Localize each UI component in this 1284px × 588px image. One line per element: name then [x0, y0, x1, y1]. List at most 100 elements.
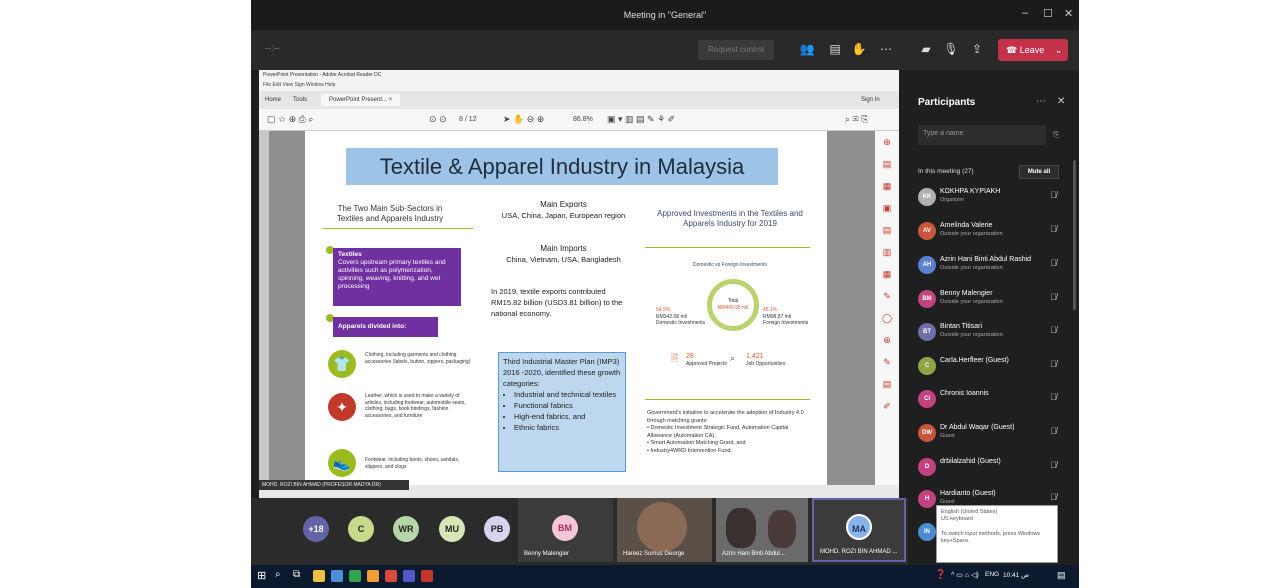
avatar[interactable]: MU [439, 516, 465, 542]
scrollbar[interactable] [1073, 160, 1076, 310]
mic-off-icon[interactable]: 🎙 [943, 41, 959, 57]
exports-2019: In 2019, textile exports contributed RM1… [491, 287, 623, 318]
close-icon[interactable]: ✕ [1064, 7, 1073, 20]
mic-muted-icon[interactable]: 🎙̸ [1050, 224, 1057, 234]
share-invite-icon[interactable]: ⎘ [1053, 130, 1059, 140]
windows-start-icon[interactable]: ⊞ [257, 569, 266, 582]
textiles-box: Textiles Covers upstream primary textile… [333, 248, 461, 306]
more-actions-icon[interactable]: ⋯ [878, 41, 894, 57]
maximize-icon[interactable]: ☐ [1043, 7, 1053, 20]
in-meeting-count: In this meeting (27) [918, 168, 974, 175]
app-icon[interactable] [367, 570, 379, 582]
leave-button[interactable]: ☎ Leave ⌄ [998, 39, 1068, 61]
search-icon[interactable]: ⌕ [275, 569, 281, 580]
slide-page: Textile & Apparel Industry in Malaysia T… [305, 131, 827, 485]
task-view-icon[interactable]: ⧉ [293, 569, 300, 580]
tools-pane-icon[interactable]: ⊕ ▤ ▦ ▣ ▤ ▥ ▦ ✎ ◯ ⊕ ✎ ▤ ✐ [875, 131, 899, 417]
avatar[interactable]: WR [393, 516, 419, 542]
raise-hand-icon[interactable]: ✋ [851, 41, 867, 57]
mic-muted-icon[interactable]: 🎙̸ [1050, 460, 1057, 470]
video-tile[interactable]: Azrin Hani Binti Abdul... [716, 498, 808, 562]
person-video [768, 510, 796, 548]
list-item: Industrial and technical textiles [514, 389, 621, 400]
acrobat-icon[interactable] [421, 570, 433, 582]
page-number[interactable]: 8 / 12 [459, 116, 477, 123]
camera-off-icon[interactable]: ▰ [918, 41, 934, 57]
tray-icons[interactable]: ^ ▭ ⌂ ◁) [951, 571, 979, 579]
for-label: Foreign Investments [763, 320, 809, 326]
participants-icon[interactable]: 👥 [799, 41, 815, 57]
shared-pdf-window: PowerPoint Presentation - Adobe Acrobat … [259, 70, 899, 498]
avatar[interactable]: C [348, 516, 374, 542]
share-icon[interactable]: ⌕ ✉ ⎘ [845, 114, 868, 125]
video-tile[interactable]: Hareez Sumus George [617, 498, 712, 562]
pdf-tabs: Home Tools PowerPoint Present... × Sign … [259, 91, 899, 109]
request-control-button[interactable]: Request control [698, 40, 774, 60]
imports-list: China, Vietnam, USA, Bangladesh [506, 255, 621, 264]
mic-muted-icon[interactable]: 🎙̸ [1050, 190, 1057, 200]
participant-name: ΚΩΚΗΡΑ ΚΥΡΙΑΚΗ [940, 188, 1001, 195]
exports-title: Main Exports [540, 200, 587, 209]
mic-muted-icon[interactable]: 🎙̸ [1050, 258, 1057, 268]
annotate-icon[interactable]: ▣ ▾ ▥ ▤ ✎ ⚘ ✐ [607, 114, 675, 125]
teams-icon[interactable] [403, 570, 415, 582]
avatar[interactable]: PB [484, 516, 510, 542]
participant-row[interactable]: BT Bintan Titisari Outside your organizati… [918, 317, 1068, 347]
zoom-level[interactable]: 86.8% [573, 116, 593, 123]
save-icon[interactable]: ▢ ☆ ⊕ ⎙ ⌕ [267, 114, 313, 125]
imp3-box: Third Industrial Master Plan (IMP3) 2016… [498, 352, 626, 472]
mic-muted-icon[interactable]: 🎙̸ [1050, 492, 1057, 502]
exports-list: USA, China, Japan, European region [501, 211, 626, 220]
close-icon[interactable]: ✕ [1057, 96, 1065, 107]
ime-keyboard: US keyboard [941, 516, 973, 522]
tab-tools[interactable]: Tools [293, 97, 307, 103]
video-tile[interactable]: MA MOHD. ROZI BIN AHMAD ... [812, 498, 906, 562]
mic-muted-icon[interactable]: 🎙̸ [1050, 392, 1057, 402]
video-tile[interactable]: BM Benny Malengier [518, 498, 613, 562]
avatar[interactable]: +18 [303, 516, 329, 542]
participant-row[interactable]: KK ΚΩΚΗΡΑ ΚΥΡΙΑΚΗ Organizer 🎙̸ [918, 182, 1068, 212]
page-nav-icon[interactable]: ⊙ ⊙ [429, 114, 447, 125]
minimize-icon[interactable]: – [1022, 7, 1028, 19]
mic-muted-icon[interactable]: 🎙̸ [1050, 325, 1057, 335]
mic-muted-icon[interactable]: 🎙̸ [1050, 292, 1057, 302]
title-bar: Meeting in "General" – ☐ ✕ [251, 0, 1079, 30]
mute-all-button[interactable]: Mute all [1019, 165, 1059, 179]
chevron-down-icon[interactable]: ⌄ [1055, 45, 1063, 55]
clock[interactable]: 10:41 ص [1003, 571, 1029, 579]
participant-row[interactable]: CI Chronis Ioannis 🎙̸ [918, 384, 1068, 414]
leave-label: Leave [1019, 45, 1045, 55]
tile-label: MOHD. ROZI BIN AHMAD ... [820, 549, 898, 555]
participant-search-input[interactable]: Type a name [918, 125, 1046, 145]
participant-row[interactable]: AH Azrin Hani Binti Abdul Rashid Outside y… [918, 250, 1068, 280]
language-indicator[interactable]: ENG [985, 571, 999, 578]
chat-icon[interactable]: ▤ [827, 41, 843, 57]
participant-row[interactable]: C Carla.Herfleer (Guest) 🎙̸ [918, 351, 1068, 381]
tab-home[interactable]: Home [265, 97, 281, 103]
ime-language: English (United States) [941, 509, 998, 515]
sign-in-link[interactable]: Sign In [861, 97, 880, 103]
imports-title: Main Imports [540, 244, 587, 253]
tab-document[interactable]: PowerPoint Present... × [321, 94, 401, 106]
help-icon[interactable]: ❓ [935, 569, 946, 580]
mic-muted-icon[interactable]: 🎙̸ [1050, 359, 1057, 369]
avatar: DW [918, 424, 936, 442]
more-icon[interactable]: ⋯ [1036, 96, 1046, 107]
participant-row[interactable]: BM Benny Malengier Outside your organizati… [918, 284, 1068, 314]
chrome-icon[interactable] [349, 570, 361, 582]
browser-icon[interactable] [331, 570, 343, 582]
avatar: H [918, 490, 936, 508]
app-icon[interactable] [385, 570, 397, 582]
mic-muted-icon[interactable]: 🎙̸ [1050, 426, 1057, 436]
participant-row[interactable]: AV Amelinda Valerie Outside your organizat… [918, 216, 1068, 246]
teams-window: Meeting in "General" – ☐ ✕ --:-- Request… [251, 0, 1079, 588]
participant-row[interactable]: DW Dr Abdul Waqar (Guest) Guest 🎙̸ [918, 418, 1068, 448]
select-tools-icon[interactable]: ➤ ✋ ⊖ ⊕ [503, 114, 544, 125]
file-explorer-icon[interactable] [313, 570, 325, 582]
participant-row[interactable]: Ddrbilalzahid (Guest) 🎙̸ [918, 452, 1068, 482]
list-item: • Smart Automation Matching Grant, and [647, 440, 746, 446]
notification-icon[interactable]: ▤ [1057, 570, 1066, 581]
share-screen-icon[interactable]: ⇪ [969, 41, 985, 57]
slide-title: Textile & Apparel Industry in Malaysia [346, 148, 778, 185]
person-video [637, 502, 687, 552]
